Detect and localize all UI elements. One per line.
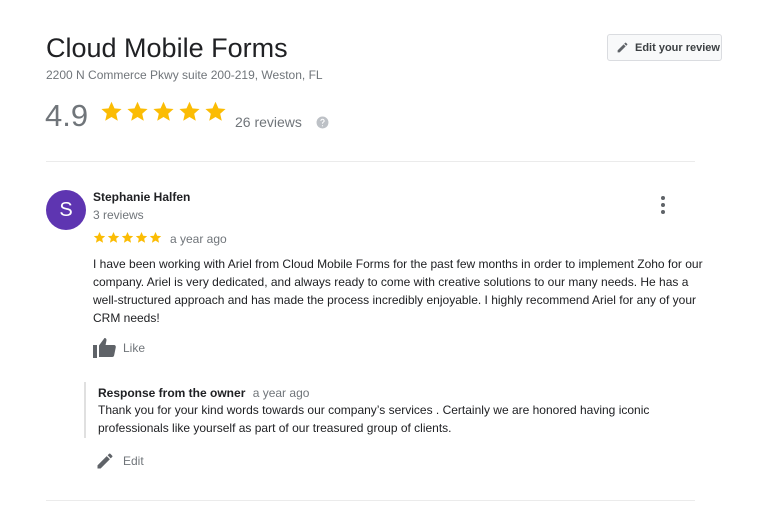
star-icon bbox=[101, 101, 122, 121]
pencil-icon bbox=[97, 453, 113, 469]
edit-label: Edit bbox=[123, 454, 144, 468]
star-icon bbox=[135, 231, 148, 243]
edit-response-button[interactable]: Edit bbox=[95, 451, 144, 471]
divider bbox=[46, 161, 695, 162]
review-stars bbox=[93, 231, 162, 244]
owner-response-label: Response from the owner bbox=[98, 386, 246, 400]
star-icon bbox=[153, 101, 174, 121]
reviewer-review-count: 3 reviews bbox=[93, 208, 144, 222]
edit-your-review-label: Edit your review bbox=[635, 41, 720, 54]
business-name: Cloud Mobile Forms bbox=[46, 33, 288, 63]
pencil-icon bbox=[617, 42, 628, 53]
owner-response-header: Response from the owner a year ago bbox=[98, 386, 704, 400]
reviewer-name[interactable]: Stephanie Halfen bbox=[93, 190, 190, 204]
help-icon[interactable] bbox=[316, 116, 329, 129]
star-icon bbox=[107, 231, 120, 243]
rating-stars bbox=[100, 100, 227, 123]
review-count[interactable]: 26 reviews bbox=[235, 114, 302, 130]
like-button[interactable]: Like bbox=[93, 337, 145, 359]
edit-your-review-button[interactable]: Edit your review bbox=[607, 34, 722, 61]
owner-response: Response from the owner a year ago Thank… bbox=[84, 382, 704, 438]
business-address: 2200 N Commerce Pkwy suite 200-219, West… bbox=[46, 68, 323, 82]
owner-response-time: a year ago bbox=[252, 386, 310, 400]
owner-response-text: Thank you for your kind words towards ou… bbox=[98, 403, 650, 435]
more-vert-icon[interactable] bbox=[657, 195, 669, 215]
review-text: I have been working with Ariel from Clou… bbox=[93, 257, 703, 325]
star-icon bbox=[149, 231, 162, 243]
star-icon bbox=[179, 101, 200, 121]
thumb-up-icon bbox=[93, 338, 116, 358]
star-icon bbox=[93, 231, 106, 243]
rating-value: 4.9 bbox=[45, 98, 89, 133]
like-label: Like bbox=[123, 341, 146, 355]
review-time: a year ago bbox=[170, 232, 227, 246]
avatar[interactable]: S bbox=[46, 190, 86, 230]
star-icon bbox=[121, 231, 134, 243]
star-icon bbox=[127, 101, 148, 121]
divider bbox=[46, 500, 695, 501]
star-icon bbox=[205, 101, 226, 121]
